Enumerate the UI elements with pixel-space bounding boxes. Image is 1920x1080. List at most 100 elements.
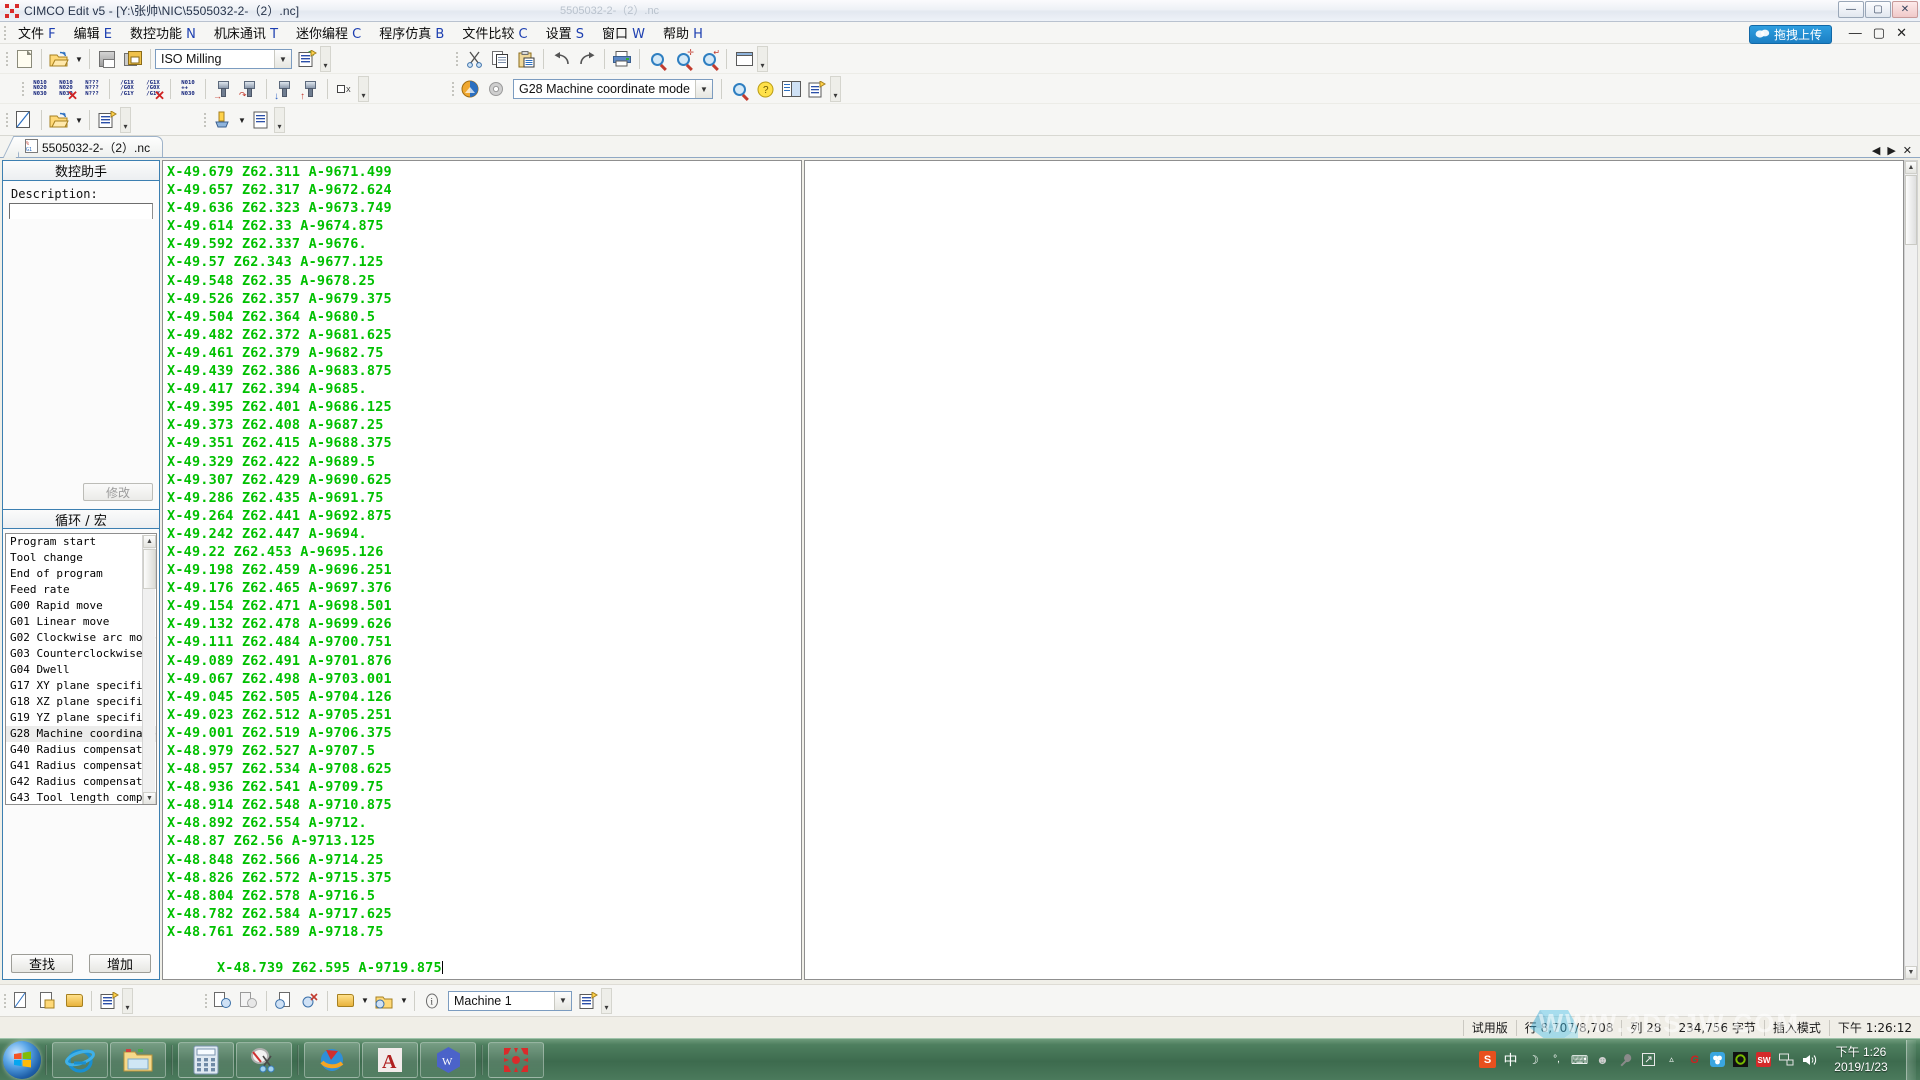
remove-numbers-icon[interactable]: N010 N020 N030 ✕	[54, 77, 78, 102]
menubar-grip[interactable]	[0, 24, 9, 42]
gcode-text[interactable]: X-49.679 Z62.311 A-9671.499 X-49.657 Z62…	[163, 161, 801, 979]
media-globe-icon[interactable]	[304, 1041, 360, 1078]
list-item[interactable]: G03 Counterclockwise ar...	[6, 646, 156, 662]
receive-file-icon[interactable]	[36, 989, 60, 1013]
transmit-icon[interactable]	[211, 989, 235, 1013]
window-icon[interactable]	[732, 47, 756, 71]
blue-app-icon[interactable]	[1709, 1051, 1726, 1068]
solidworks-icon[interactable]: SW	[1755, 1051, 1772, 1068]
inner-maximize-button[interactable]: ▢	[1868, 25, 1890, 41]
machine-mode-combo[interactable]: G28 Machine coordinate mode ▼	[513, 79, 713, 99]
windows-start-icon[interactable]	[3, 1040, 41, 1079]
gear-icon[interactable]	[484, 77, 508, 101]
g1x-remove-icon[interactable]: /G1X/G0X/G1Y ✕	[141, 77, 165, 102]
print-icon[interactable]	[610, 47, 634, 71]
menu-edit[interactable]: 编辑 E	[65, 21, 121, 44]
list-item[interactable]: G42 Radius compensation...	[6, 774, 156, 790]
menu-settings[interactable]: 设置 S	[537, 21, 593, 44]
find-button[interactable]: 查找	[11, 954, 73, 973]
minimize-button[interactable]: —	[1838, 1, 1864, 18]
nvidia-icon[interactable]	[1732, 1051, 1749, 1068]
menu-file-compare[interactable]: 文件比较 C	[453, 21, 536, 44]
open-file-icon[interactable]	[47, 47, 71, 71]
list-item[interactable]: G01 Linear move	[6, 614, 156, 630]
properties-icon[interactable]	[95, 108, 119, 132]
tool-arc-icon[interactable]: ↷	[237, 77, 261, 101]
tool-compensation-icon[interactable]: →	[211, 77, 235, 101]
toolbar3-grip[interactable]	[2, 111, 11, 129]
mill-setup-icon[interactable]	[210, 108, 234, 132]
list-item[interactable]: G19 YZ plane specification	[6, 710, 156, 726]
scroll-thumb[interactable]	[1905, 175, 1917, 245]
keyboard-icon[interactable]: ⌨	[1571, 1051, 1588, 1068]
new-file-icon[interactable]	[12, 47, 36, 71]
zoom-out-icon[interactable]: ↵	[697, 47, 721, 71]
editor-vertical-scrollbar[interactable]: ▲ ▼	[1904, 160, 1918, 980]
tool-up-icon[interactable]: ↑	[298, 77, 322, 102]
toolbar-edit-overflow-button[interactable]: ▾	[757, 46, 768, 72]
taskbar-clock[interactable]: 下午 1:26 2019/1/23	[1824, 1045, 1898, 1075]
list-item-selected[interactable]: G28 Machine coordinate ...	[6, 726, 156, 742]
list-item[interactable]: G18 XZ plane specification	[6, 694, 156, 710]
scroll-up-icon[interactable]: ▲	[1905, 161, 1917, 174]
list-item[interactable]: G41 Radius compensation...	[6, 758, 156, 774]
tool-box-icon[interactable]: X	[333, 77, 357, 101]
internet-explorer-icon[interactable]	[52, 1041, 108, 1078]
toolbar2-overflow-button[interactable]: ▾	[358, 76, 369, 102]
save-icon[interactable]	[95, 47, 119, 71]
list-item[interactable]: G02 Clockwise arc move	[6, 630, 156, 646]
cut-icon[interactable]	[462, 47, 486, 71]
mill-dropdown-icon[interactable]: ▼	[236, 108, 247, 132]
renumber-question-icon[interactable]: N??? N??? N???	[80, 77, 104, 101]
file-explorer-icon[interactable]	[110, 1041, 166, 1078]
machine-send-icon[interactable]	[372, 989, 396, 1013]
insert-blocks-icon[interactable]: N010 ++ N030	[176, 77, 200, 101]
list-item[interactable]: Feed rate	[6, 582, 156, 598]
dnc-toolbar2-overflow-button[interactable]: ▾	[601, 987, 612, 1014]
menu-nc-functions[interactable]: 数控功能 N	[121, 21, 205, 44]
wrench-icon[interactable]	[1617, 1051, 1634, 1068]
show-hidden-icons-icon[interactable]: ▵	[1663, 1051, 1680, 1068]
machine-setup-icon[interactable]	[576, 989, 600, 1013]
g1x-g0x-icon[interactable]: /G1X/G0X/G1Y	[115, 77, 139, 101]
toolbar2-grip[interactable]	[18, 80, 27, 98]
sogou-input-icon[interactable]: S	[1479, 1051, 1496, 1068]
description-input[interactable]	[9, 203, 153, 219]
tool-down-icon[interactable]: ↓	[272, 77, 296, 102]
open-folder-icon[interactable]	[47, 108, 71, 132]
scroll-thumb[interactable]	[143, 549, 156, 589]
autocad-icon[interactable]: A	[362, 1041, 418, 1078]
dnc-setup-icon[interactable]	[97, 989, 121, 1013]
toolbar3b-grip[interactable]	[200, 111, 209, 129]
backplot-icon[interactable]	[458, 77, 482, 101]
toolbar-mode-overflow-button[interactable]: ▾	[830, 76, 841, 102]
toolbar1-overflow-button[interactable]: ▾	[320, 46, 331, 72]
scroll-up-icon[interactable]: ▲	[143, 535, 156, 548]
redo-icon[interactable]	[575, 47, 599, 71]
send-doc-icon[interactable]	[272, 989, 296, 1013]
inner-minimize-button[interactable]: —	[1844, 25, 1867, 41]
toolbar3-overflow-button[interactable]: ▾	[120, 107, 131, 133]
toolbar1-grip[interactable]	[2, 50, 11, 68]
show-desktop-button[interactable]	[1906, 1039, 1916, 1080]
machine-send-dropdown-icon[interactable]: ▼	[398, 989, 409, 1013]
gcode-editor[interactable]: X-49.679 Z62.311 A-9671.499 X-49.657 Z62…	[162, 160, 802, 980]
abort-icon[interactable]	[298, 989, 322, 1013]
nc-assistant-icon[interactable]	[12, 108, 36, 132]
inner-close-button[interactable]: ✕	[1891, 25, 1912, 41]
document-tab[interactable]: % G1 5505032-2-（2）.nc	[18, 136, 164, 157]
search-icon[interactable]	[727, 77, 751, 101]
tab-prev-icon[interactable]: ◀	[1872, 144, 1880, 157]
open-folder-dropdown-icon[interactable]: ▼	[73, 108, 84, 132]
menu-window[interactable]: 窗口 W	[593, 21, 654, 44]
tab-next-icon[interactable]: ▶	[1887, 144, 1895, 157]
cimco-edit-icon[interactable]	[488, 1041, 544, 1078]
maximize-button[interactable]: ▢	[1865, 1, 1891, 18]
dnc-toolbar2-grip[interactable]	[201, 992, 210, 1010]
chevron-down-icon[interactable]: ▼	[274, 50, 291, 68]
user-icon[interactable]: ☻	[1594, 1051, 1611, 1068]
compare-icon[interactable]	[779, 77, 803, 101]
wps-office-icon[interactable]: W	[420, 1041, 476, 1078]
toolbar3b-overflow-button[interactable]: ▾	[274, 107, 285, 133]
volume-icon[interactable]	[1801, 1051, 1818, 1068]
